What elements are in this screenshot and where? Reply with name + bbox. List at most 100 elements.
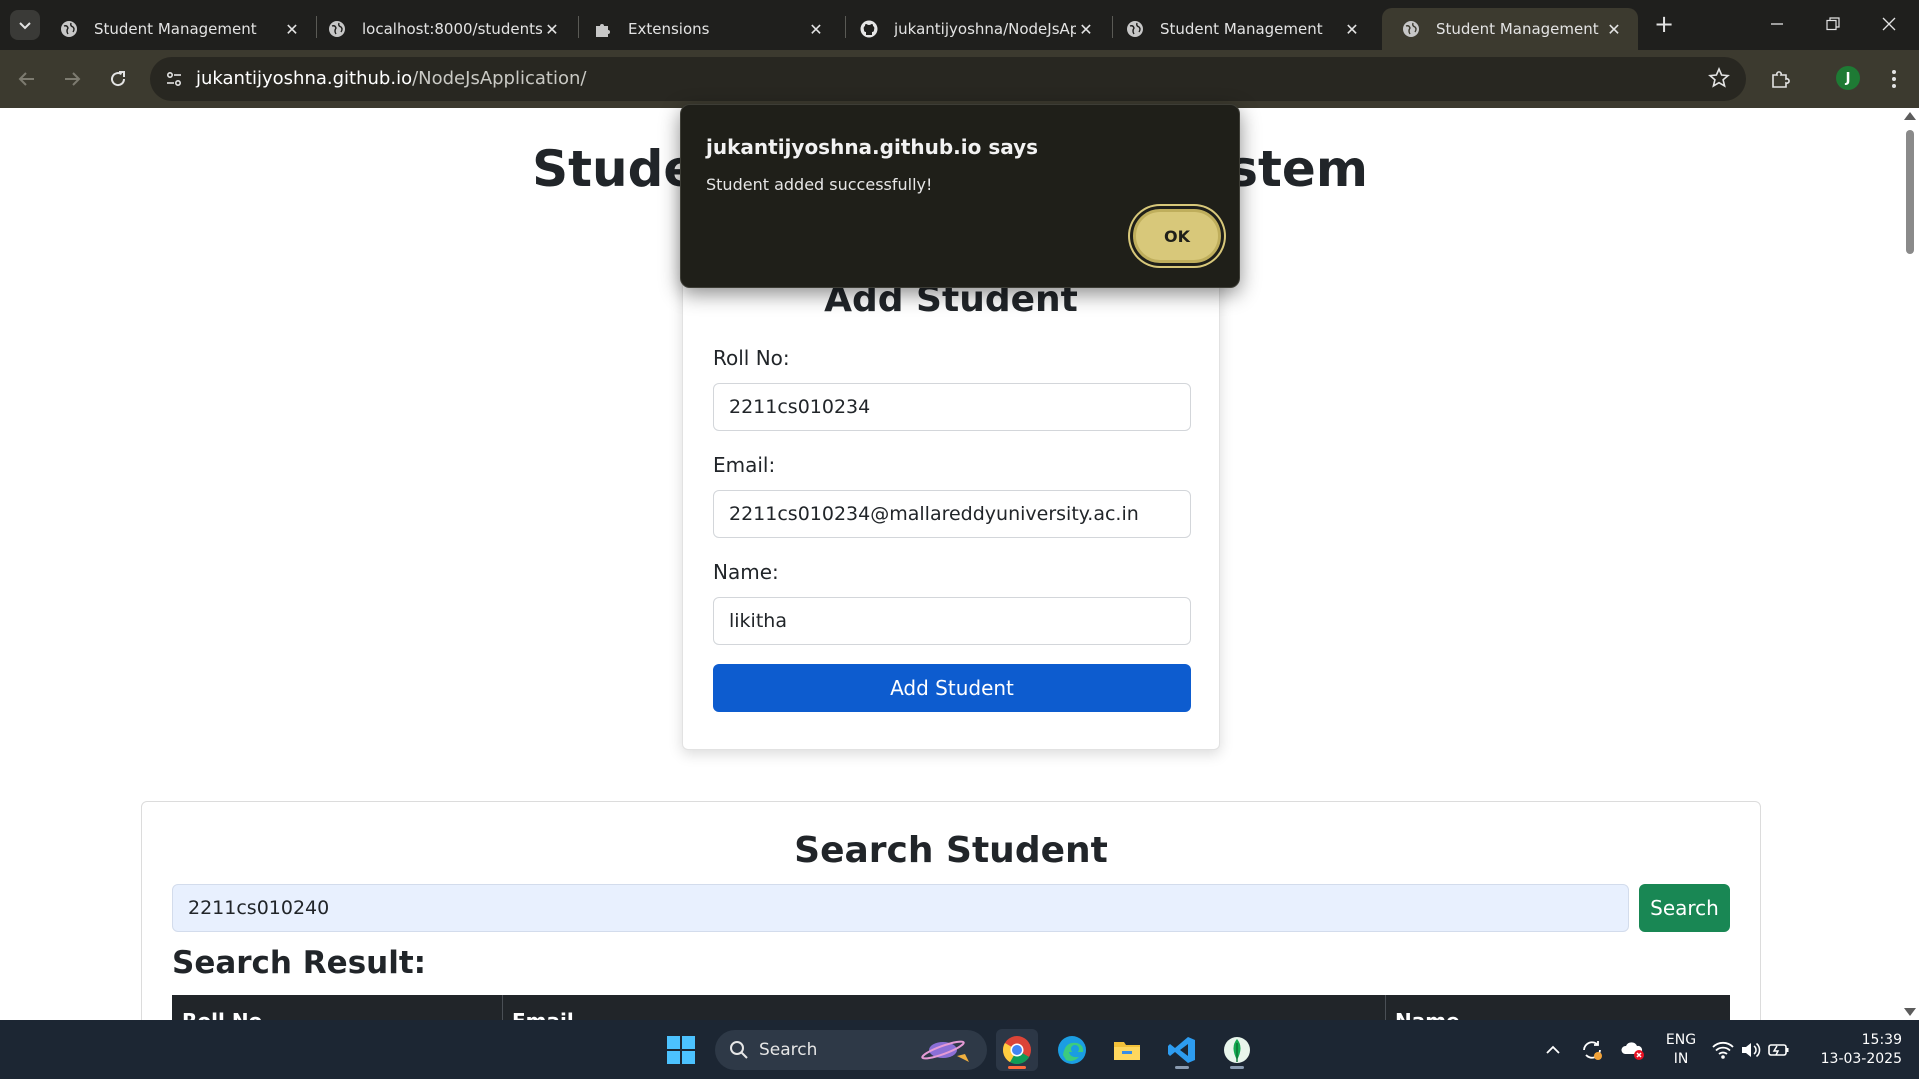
close-window-button[interactable]: [1866, 8, 1912, 40]
minimize-button[interactable]: [1754, 8, 1800, 40]
tab-title: Student Management: [94, 20, 257, 38]
roll-no-value: 2211cs010234: [729, 396, 871, 418]
active-app-indicator: [1008, 1066, 1026, 1069]
scrollbar-thumb[interactable]: [1906, 130, 1914, 254]
search-roll-input[interactable]: 2211cs010240: [172, 884, 1629, 932]
edge-icon: [1058, 1036, 1086, 1064]
tab-1[interactable]: Student Management ✕: [40, 8, 316, 50]
taskbar-search-placeholder: Search: [759, 1040, 818, 1060]
language-region: IN: [1673, 1051, 1689, 1067]
close-icon[interactable]: ✕: [1342, 19, 1362, 39]
github-icon: [860, 20, 878, 38]
battery-icon: [1768, 1044, 1789, 1056]
new-tab-button[interactable]: +: [1651, 12, 1677, 38]
close-icon[interactable]: ✕: [282, 19, 302, 39]
globe-icon: [1402, 20, 1420, 38]
name-value: likitha: [729, 610, 787, 632]
name-input[interactable]: likitha: [713, 597, 1191, 645]
taskbar-file-explorer[interactable]: [1106, 1029, 1148, 1071]
taskbar-edge[interactable]: [1051, 1029, 1093, 1071]
search-input-value: 2211cs010240: [188, 897, 330, 919]
tab-3[interactable]: Extensions ✕: [574, 8, 840, 50]
folder-icon: [1114, 1042, 1140, 1060]
search-result-heading: Search Result:: [172, 945, 427, 981]
puzzle-icon: [594, 20, 612, 38]
column-divider: [502, 995, 503, 1020]
alert-dialog: jukantijyoshna.github.io says Student ad…: [680, 104, 1240, 288]
windows-logo-icon: [667, 1036, 695, 1064]
extensions-button[interactable]: [1766, 64, 1796, 94]
column-header-name: Name: [1395, 1009, 1460, 1020]
tray-sync[interactable]: [1572, 1029, 1612, 1071]
language-indicator[interactable]: ENG IN: [1664, 1031, 1698, 1069]
running-app-indicator: [1230, 1066, 1244, 1069]
search-student-card: Search Student 2211cs010240 Search Searc…: [141, 801, 1761, 1020]
column-divider: [1385, 995, 1386, 1020]
taskbar-chrome[interactable]: [996, 1029, 1038, 1071]
star-icon[interactable]: [1708, 66, 1732, 91]
address-bar[interactable]: jukantijyoshna.github.io/NodeJsApplicati…: [150, 57, 1746, 101]
email-input[interactable]: 2211cs010234@mallareddyuniversity.ac.in: [713, 490, 1191, 538]
search-icon: [730, 1041, 748, 1059]
email-label: Email:: [713, 453, 776, 477]
tab-title: Student Management: [1436, 20, 1599, 38]
tray-onedrive[interactable]: [1613, 1029, 1653, 1071]
mongodb-leaf-icon: [1224, 1037, 1250, 1063]
reload-icon: [111, 71, 126, 87]
arrow-left-icon: [18, 72, 34, 86]
url-text: jukantijyoshna.github.io/NodeJsApplicati…: [196, 68, 586, 89]
email-value: 2211cs010234@mallareddyuniversity.ac.in: [729, 503, 1139, 525]
browser-toolbar: jukantijyoshna.github.io/NodeJsApplicati…: [0, 50, 1919, 108]
vscode-icon: [1168, 1037, 1195, 1063]
page-scrollbar[interactable]: [1900, 108, 1919, 1020]
close-icon: [1882, 17, 1896, 31]
arrow-right-icon: [65, 72, 81, 86]
quick-settings[interactable]: [1706, 1029, 1796, 1071]
more-vert-icon: [1892, 70, 1896, 88]
scroll-up-arrow-icon[interactable]: [1904, 112, 1916, 120]
clock[interactable]: 15:39 13-03-2025: [1812, 1031, 1902, 1069]
add-student-button[interactable]: Add Student: [713, 664, 1191, 712]
back-button[interactable]: [12, 64, 42, 94]
tab-5[interactable]: Student Management ✕: [1106, 8, 1376, 50]
tab-search-button[interactable]: [10, 10, 40, 40]
tab-6-active[interactable]: Student Management ✕: [1382, 8, 1638, 50]
site-info-icon[interactable]: [162, 67, 186, 91]
wifi-icon: [1712, 1041, 1734, 1059]
dialog-ok-button[interactable]: OK: [1133, 209, 1221, 263]
taskbar-mongodb-compass[interactable]: [1216, 1029, 1258, 1071]
menu-button[interactable]: [1879, 64, 1909, 94]
tab-title: Student Management: [1160, 20, 1323, 38]
puzzle-icon: [1772, 71, 1790, 88]
search-button[interactable]: Search: [1639, 884, 1730, 932]
url-host: jukantijyoshna.github.io: [196, 68, 413, 89]
roll-no-label: Roll No:: [713, 346, 790, 370]
tab-title: jukantijyoshna/NodeJsApp: [894, 20, 1076, 38]
taskbar-search[interactable]: Search: [715, 1030, 987, 1070]
dialog-title: jukantijyoshna.github.io says: [706, 135, 1039, 159]
cloud-error-icon: [1621, 1042, 1644, 1060]
url-path: /NodeJsApplication/: [412, 68, 587, 89]
close-icon[interactable]: ✕: [806, 19, 826, 39]
name-label: Name:: [713, 560, 779, 584]
reload-button[interactable]: [103, 64, 133, 94]
scroll-down-arrow-icon[interactable]: [1904, 1008, 1916, 1016]
tab-2[interactable]: localhost:8000/students ✕: [308, 8, 576, 50]
globe-icon: [328, 20, 346, 38]
search-highlight-icon: [921, 1040, 969, 1062]
start-button[interactable]: [660, 1029, 702, 1071]
restore-button[interactable]: [1810, 8, 1856, 40]
tab-title: Extensions: [628, 20, 710, 38]
browser-tab-strip: Student Management ✕ localhost:8000/stud…: [0, 0, 1919, 50]
tab-4[interactable]: jukantijyoshna/NodeJsApp ✕: [840, 8, 1110, 50]
profile-avatar[interactable]: J: [1836, 66, 1860, 90]
dialog-message: Student added successfully!: [706, 175, 933, 194]
close-icon[interactable]: ✕: [1076, 19, 1096, 39]
show-hidden-icons-button[interactable]: [1533, 1029, 1573, 1071]
close-icon[interactable]: ✕: [1604, 19, 1624, 39]
roll-no-input[interactable]: 2211cs010234: [713, 383, 1191, 431]
language-code: ENG: [1665, 1032, 1697, 1048]
forward-button[interactable]: [57, 64, 87, 94]
taskbar-vscode[interactable]: [1161, 1029, 1203, 1071]
close-icon[interactable]: ✕: [542, 19, 562, 39]
